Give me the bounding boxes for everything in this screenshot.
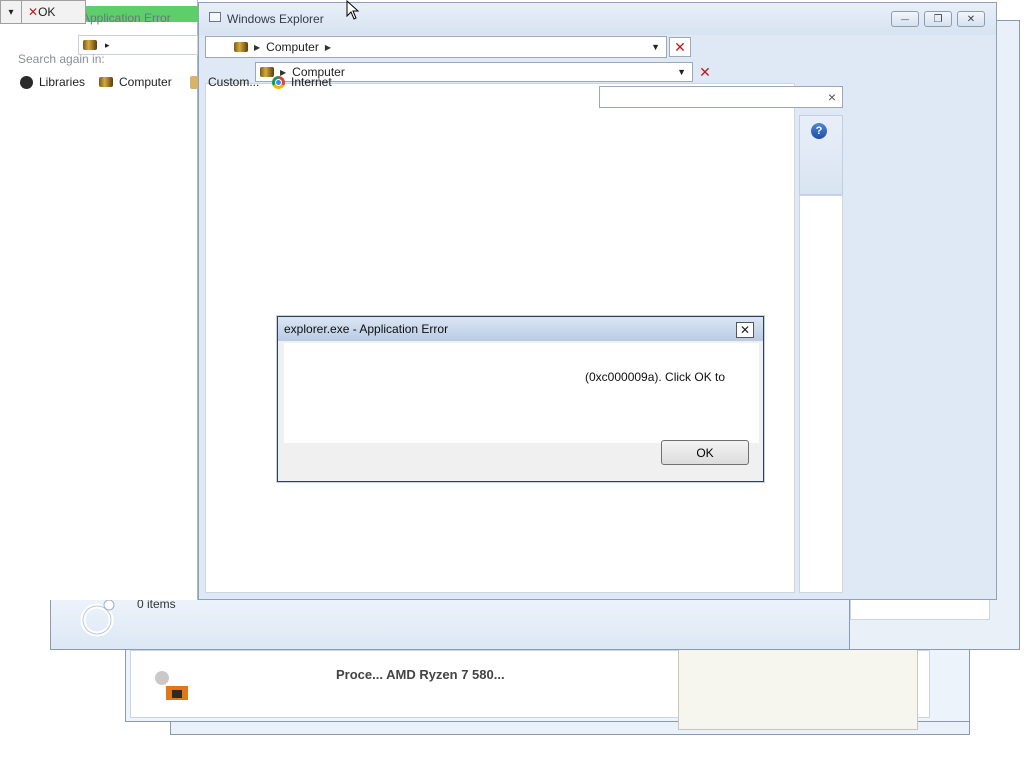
search-in-custom[interactable]: Custom... xyxy=(190,75,259,89)
search-again-label: Search again in: xyxy=(18,52,105,66)
error-dialog-body-blank xyxy=(284,343,582,443)
breadcrumb-computer[interactable]: Computer xyxy=(266,40,319,54)
computer-label: Computer xyxy=(119,75,172,89)
top-ok-label: OK xyxy=(38,5,56,19)
chrome-icon xyxy=(272,75,285,89)
maximize-button[interactable]: ❐ xyxy=(924,11,952,27)
error-dialog-titlebar: explorer.exe - Application Error xyxy=(278,317,763,341)
error-dialog-close-button[interactable]: ✕ xyxy=(736,322,754,338)
error-dialog-ok-button[interactable]: OK xyxy=(661,440,749,465)
search-in-internet[interactable]: Internet xyxy=(272,75,332,89)
minimize-button[interactable]: — xyxy=(891,11,919,27)
error-dialog: explorer.exe - Application Error ✕ (0xc0… xyxy=(277,316,764,482)
maximize-icon: ❐ xyxy=(933,13,943,25)
computer-icon xyxy=(99,77,113,87)
explorer-title: Windows Explorer xyxy=(227,12,324,26)
explorer-window-icon xyxy=(209,12,221,22)
explorer-window: Windows Explorer — ❐ ✕ ▶ Computer ▶ ▼ ✕ … xyxy=(198,2,997,600)
close-x-icon: ✕ xyxy=(28,5,39,19)
address-stop-icon-2[interactable]: ✕ xyxy=(695,63,715,81)
address-arrow: ▸ xyxy=(105,39,110,50)
custom-label: Custom... xyxy=(208,75,260,89)
left-bg-window xyxy=(0,0,198,600)
error-dialog-title: explorer.exe - Application Error xyxy=(284,322,449,336)
left-bg-title: Application Error xyxy=(82,11,171,25)
ghost-shield-icon xyxy=(150,668,192,704)
mouse-cursor-icon xyxy=(346,0,360,20)
address-dropdown-icon[interactable]: ▼ xyxy=(651,42,660,52)
libraries-icon xyxy=(20,75,33,89)
right-scroll-panel[interactable] xyxy=(799,195,843,593)
top-ok-strip: ▾ ✕ OK xyxy=(0,0,86,24)
computer-chip-icon xyxy=(83,40,97,50)
processor-text: Proce... AMD Ryzen 7 580... xyxy=(336,667,505,682)
search-clear-icon[interactable]: × xyxy=(828,89,836,105)
address-dropdown-icon[interactable]: ▼ xyxy=(677,67,686,77)
error-dialog-message: (0xc000009a). Click OK to xyxy=(585,370,726,384)
search-in-computer[interactable]: Computer xyxy=(99,75,172,89)
explorer-search-box[interactable]: × xyxy=(599,86,843,108)
breadcrumb-arrow-icon: ▶ xyxy=(324,42,331,52)
explorer-address-bar[interactable]: ▶ Computer ▶ ▼ xyxy=(205,36,667,58)
computer-chip-icon xyxy=(234,42,248,52)
dropdown-arrow-icon[interactable]: ▾ xyxy=(1,1,22,23)
close-button[interactable]: ✕ xyxy=(957,11,985,27)
minimize-icon: — xyxy=(901,14,909,24)
status-bar: 0 items xyxy=(51,592,849,649)
close-icon: ✕ xyxy=(966,13,976,25)
libraries-label: Libraries xyxy=(39,75,86,89)
loading-spinner-icon xyxy=(79,598,119,638)
internet-label: Internet xyxy=(291,75,332,89)
breadcrumb-arrow-icon: ▶ xyxy=(254,42,261,52)
folder-icon xyxy=(190,75,198,89)
address-stop-icon[interactable]: ✕ xyxy=(669,37,691,57)
help-icon[interactable]: ? xyxy=(811,123,827,139)
search-in-libraries[interactable]: Libraries xyxy=(20,75,85,89)
top-ok-button[interactable]: ✕ OK xyxy=(22,5,55,19)
